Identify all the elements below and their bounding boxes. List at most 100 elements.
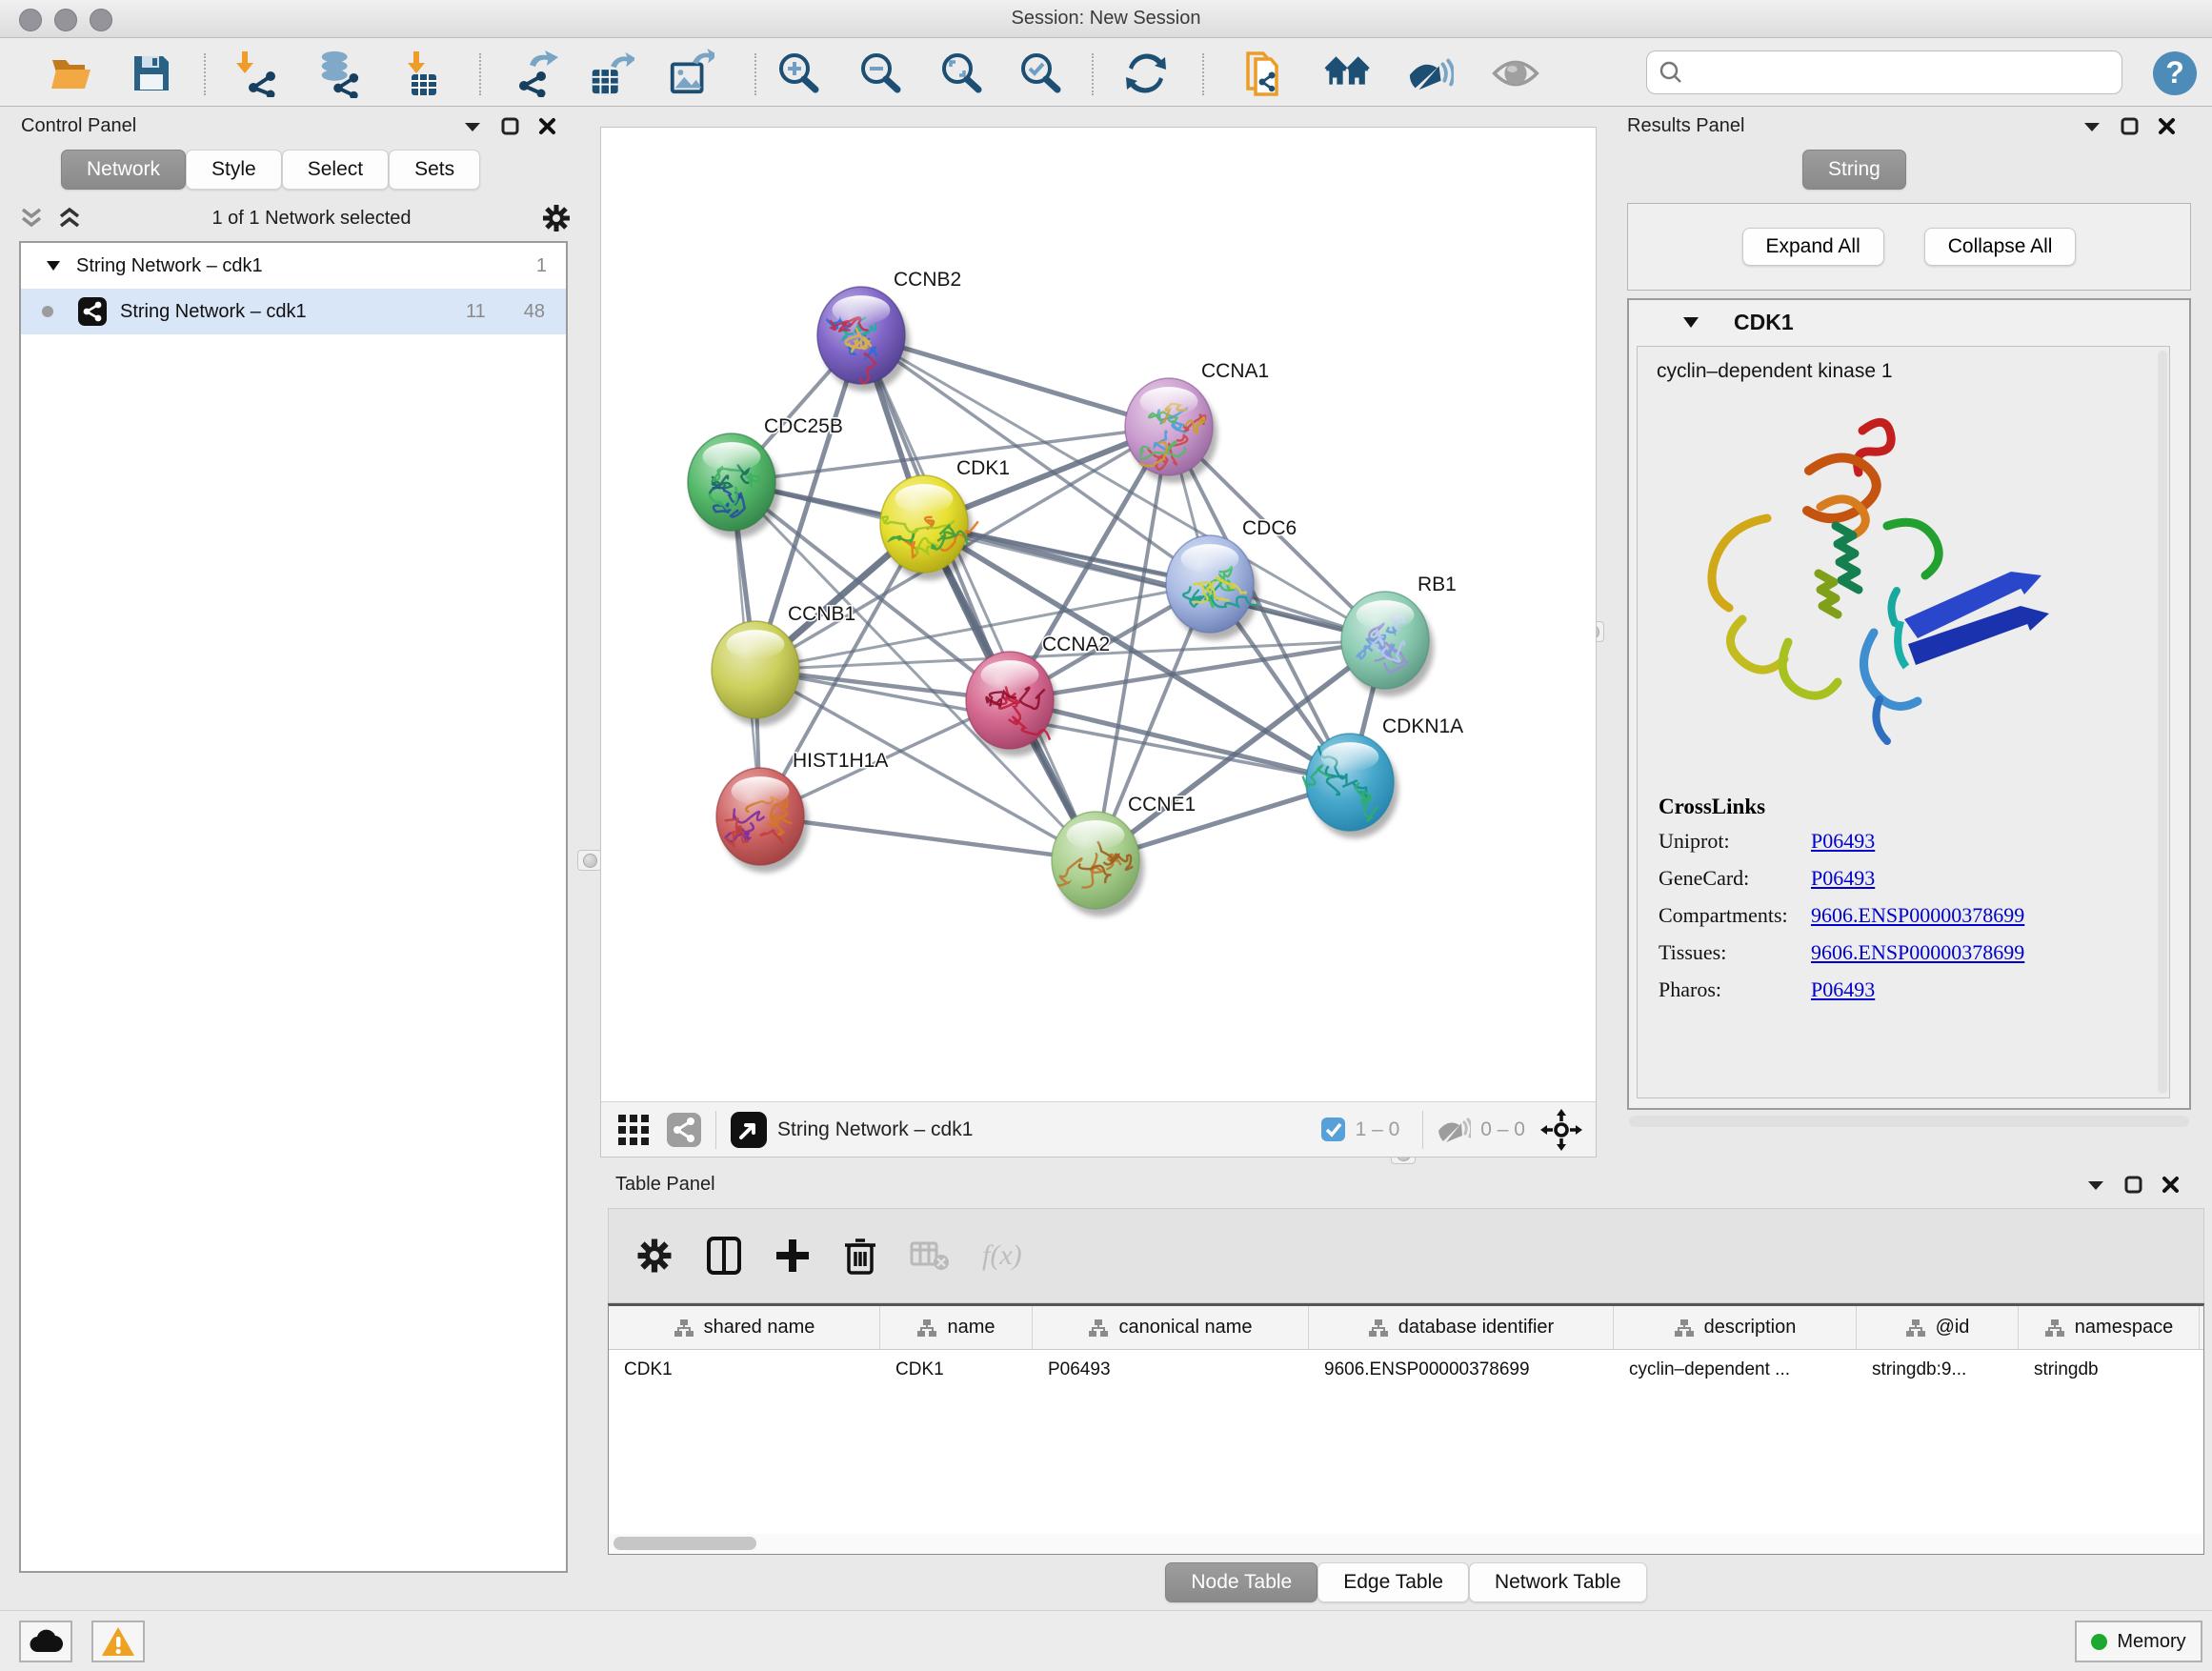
export-image-icon[interactable] [667, 50, 714, 97]
zoom-selected-icon[interactable] [1017, 50, 1065, 97]
expand-all-button[interactable]: Expand All [1742, 228, 1884, 266]
search-box[interactable] [1646, 50, 2122, 94]
import-database-icon[interactable] [314, 50, 362, 97]
export-network-icon[interactable] [511, 50, 558, 97]
entry-header[interactable]: CDK1 [1629, 300, 2189, 344]
add-column-icon[interactable] [774, 1238, 811, 1274]
hide-selected-icon[interactable] [1406, 50, 1454, 97]
home-icon[interactable] [1324, 50, 1372, 97]
panel-menu-icon[interactable] [463, 120, 482, 133]
edge-CDK1-RB1[interactable] [924, 524, 1385, 640]
search-input[interactable] [1683, 62, 2102, 84]
table-hscrollbar[interactable] [610, 1534, 2202, 1553]
birdseye-navigator-icon[interactable] [730, 1111, 768, 1149]
export-table-icon[interactable] [587, 50, 634, 97]
import-table-icon[interactable] [398, 50, 446, 97]
expand-all-tree-icon[interactable] [57, 207, 82, 230]
selected-checkbox-icon[interactable] [1320, 1117, 1346, 1142]
column-header-canonical-name[interactable]: canonical name [1033, 1306, 1309, 1349]
close-panel-icon[interactable] [538, 117, 556, 135]
close-panel-icon[interactable] [2158, 117, 2176, 135]
table-options-gear-icon[interactable] [635, 1237, 674, 1275]
panel-menu-icon[interactable] [2082, 120, 2101, 133]
network-collection-row[interactable]: String Network – cdk1 1 [21, 243, 566, 289]
table-cell[interactable]: stringdb [2019, 1350, 2200, 1392]
crosslink-link[interactable]: P06493 [1811, 977, 1875, 1002]
close-panel-icon[interactable] [2162, 1176, 2180, 1194]
panel-menu-icon[interactable] [2086, 1178, 2105, 1192]
pan-crosshair-icon[interactable] [1540, 1109, 1582, 1151]
float-panel-icon[interactable] [501, 117, 519, 135]
node-table[interactable]: shared namenamecanonical namedatabase id… [608, 1303, 2204, 1555]
network-row-selected[interactable]: String Network – cdk1 11 48 [21, 289, 566, 334]
save-session-icon[interactable] [128, 50, 175, 97]
left-splitter-grip[interactable] [577, 850, 602, 871]
show-all-icon[interactable] [1492, 50, 1539, 97]
table-cell[interactable]: P06493 [1033, 1350, 1309, 1392]
refresh-icon[interactable] [1122, 50, 1170, 97]
zoom-out-icon[interactable] [857, 50, 905, 97]
collapse-all-button[interactable]: Collapse All [1924, 228, 2077, 266]
node-CCNA1[interactable]: CCNA1 [1125, 360, 1269, 483]
column-header-description[interactable]: description [1614, 1306, 1857, 1349]
node-CDC25B[interactable]: CDC25B [688, 415, 843, 538]
crosslink-link[interactable]: 9606.ENSP00000378699 [1811, 940, 2024, 965]
clone-network-icon[interactable] [1240, 50, 1288, 97]
network-canvas[interactable]: CCNB2CCNA1CDC25BCDK1CDC6RB1CCNB1CCNA2CDK… [600, 127, 1597, 1158]
node-RB1[interactable]: RB1 [1341, 574, 1457, 696]
crosslink-link[interactable]: 9606.ENSP00000378699 [1811, 903, 2024, 928]
import-network-icon[interactable] [236, 50, 284, 97]
edge-HIST1H1A-CCNE1[interactable] [760, 816, 1096, 860]
collection-expand-icon[interactable] [46, 260, 61, 272]
zoom-fit-icon[interactable] [938, 50, 986, 97]
table-row[interactable]: CDK1CDK1P064939606.ENSP00000378699cyclin… [609, 1350, 2203, 1392]
open-session-icon[interactable] [48, 50, 95, 97]
selected-count: 1 – 0 [1356, 1118, 1400, 1141]
tab-style[interactable]: Style [186, 150, 282, 190]
table-cell[interactable]: cyclin–dependent ... [1614, 1350, 1857, 1392]
results-hscrollbar[interactable] [1629, 1116, 2189, 1127]
column-header-database-identifier[interactable]: database identifier [1309, 1306, 1614, 1349]
network-options-gear-icon[interactable] [541, 203, 572, 233]
zoom-in-icon[interactable] [775, 50, 823, 97]
share-view-icon[interactable] [666, 1112, 702, 1148]
crosslink-link[interactable]: P06493 [1811, 866, 1875, 891]
edge-CCNB2-CCNE1[interactable] [861, 335, 1096, 860]
node-CCNB1[interactable]: CCNB1 [712, 603, 855, 726]
warnings-button[interactable] [91, 1621, 145, 1662]
table-cell[interactable]: CDK1 [609, 1350, 880, 1392]
crosslink-link[interactable]: P06493 [1811, 829, 1875, 854]
tab-node-table[interactable]: Node Table [1165, 1562, 1317, 1602]
grid-view-icon[interactable] [616, 1113, 651, 1147]
entry-scrollbar[interactable] [2158, 351, 2167, 1094]
table-cell[interactable]: stringdb:9... [1857, 1350, 2019, 1392]
cloud-status-button[interactable] [19, 1621, 72, 1662]
network-edges[interactable] [732, 335, 1385, 860]
memory-button[interactable]: Memory [2075, 1621, 2202, 1662]
float-panel-icon[interactable] [2124, 1176, 2142, 1194]
tab-network-table[interactable]: Network Table [1469, 1562, 1647, 1602]
table-cell[interactable]: 9606.ENSP00000378699 [1309, 1350, 1614, 1392]
column-header--id[interactable]: @id [1857, 1306, 2019, 1349]
tab-select[interactable]: Select [282, 150, 389, 190]
column-type-icon [1905, 1319, 1926, 1338]
entry-collapse-icon[interactable] [1682, 316, 1699, 329]
column-header-namespace[interactable]: namespace [2019, 1306, 2200, 1349]
help-icon[interactable]: ? [2151, 50, 2199, 97]
collapse-all-tree-icon[interactable] [19, 207, 44, 230]
column-header-name[interactable]: name [880, 1306, 1033, 1349]
network-graph[interactable]: CCNB2CCNA1CDC25BCDK1CDC6RB1CCNB1CCNA2CDK… [601, 128, 1596, 1101]
table-cell[interactable]: CDK1 [880, 1350, 1033, 1392]
delete-column-icon[interactable] [843, 1236, 877, 1276]
node-HIST1H1A[interactable]: HIST1H1A [716, 750, 888, 873]
show-columns-icon[interactable] [706, 1236, 742, 1276]
tab-edge-table[interactable]: Edge Table [1317, 1562, 1469, 1602]
column-header-shared-name[interactable]: shared name [609, 1306, 880, 1349]
tab-sets[interactable]: Sets [389, 150, 480, 190]
node-CCNB2[interactable]: CCNB2 [817, 269, 961, 392]
float-panel-icon[interactable] [2121, 117, 2139, 135]
tab-network[interactable]: Network [61, 150, 186, 190]
node-label-CCNB2: CCNB2 [894, 269, 961, 291]
tab-string[interactable]: String [1802, 150, 1906, 190]
column-type-icon [2044, 1319, 2065, 1338]
